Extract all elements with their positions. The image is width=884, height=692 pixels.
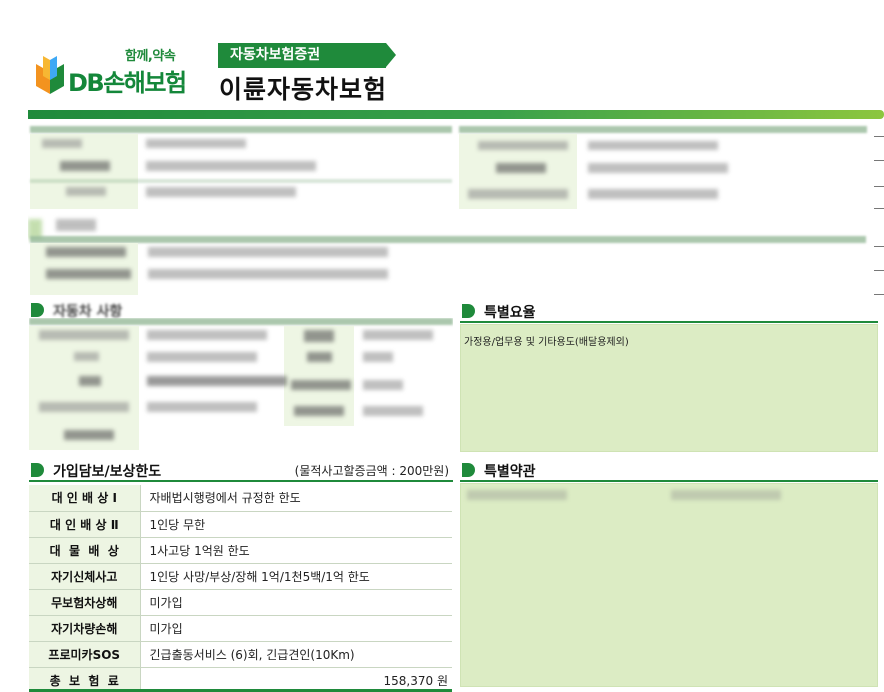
special-terms-panel bbox=[460, 483, 878, 687]
db-insurance-logo: 함께,약속 DB손해보험 bbox=[30, 40, 190, 100]
table-row: 대 인 배 상 Ⅱ 1인당 무한 bbox=[29, 511, 452, 538]
section-bullet-icon bbox=[31, 463, 44, 477]
logo-brand: DB손해보험 bbox=[68, 69, 187, 97]
special-terms-section-title: 특별약관 bbox=[484, 464, 536, 480]
section-bullet-icon bbox=[462, 304, 475, 318]
db-logo-mark-icon bbox=[36, 56, 64, 94]
section-bullet-icon bbox=[31, 303, 44, 317]
table-row: 자기차량손해 미가입 bbox=[29, 615, 452, 642]
coverage-section-title: 가입담보/보상한도 bbox=[53, 464, 162, 480]
section-bullet-icon bbox=[462, 463, 475, 477]
coverage-value: 긴급출동서비스 (6)회, 긴급견인(10Km) bbox=[140, 641, 452, 668]
coverage-value: 미가입 bbox=[140, 615, 452, 642]
redacted-policy-info bbox=[28, 119, 884, 299]
coverage-label: 무보험차상해 bbox=[29, 589, 141, 616]
special-rate-section-header: 특별요율 bbox=[460, 299, 878, 323]
special-rate-panel: 가정용/업무용 및 기타용도(배달용제외) bbox=[460, 324, 878, 452]
header-divider bbox=[28, 110, 884, 119]
page-title: 이륜자동차보험 bbox=[219, 75, 388, 104]
coverage-value: 1사고당 1억원 한도 bbox=[140, 537, 452, 564]
special-terms-section-header: 특별약관 bbox=[460, 458, 878, 482]
coverage-label: 프로미카SOS bbox=[29, 641, 141, 668]
coverage-value: 자배법시행령에서 규정한 한도 bbox=[140, 485, 452, 512]
coverage-label: 대 인 배 상 Ⅰ bbox=[29, 485, 141, 512]
redacted-vehicle-info bbox=[29, 318, 453, 452]
table-row: 프로미카SOS 긴급출동서비스 (6)회, 긴급견인(10Km) bbox=[29, 641, 452, 668]
table-row: 자기신체사고 1인당 사망/부상/장해 1억/1천5백/1억 한도 bbox=[29, 563, 452, 590]
coverage-section-header: 가입담보/보상한도 (물적사고할증금액 : 200만원) bbox=[29, 458, 453, 482]
coverage-label: 자기신체사고 bbox=[29, 563, 141, 590]
table-row: 대 물 배 상 1사고당 1억원 한도 bbox=[29, 537, 452, 564]
table-row: 대 인 배 상 Ⅰ 자배법시행령에서 규정한 한도 bbox=[29, 485, 452, 512]
coverage-value: 1인당 무한 bbox=[140, 511, 452, 538]
coverage-table: 대 인 배 상 Ⅰ 자배법시행령에서 규정한 한도 대 인 배 상 Ⅱ 1인당 무한… bbox=[29, 485, 452, 692]
document-type-tag: 자동차보험증권 bbox=[218, 43, 396, 68]
coverage-value: 1인당 사망/부상/장해 1억/1천5백/1억 한도 bbox=[140, 563, 452, 590]
redacted-special-terms bbox=[671, 490, 781, 500]
coverage-label: 대 물 배 상 bbox=[29, 537, 141, 564]
redacted-special-terms bbox=[467, 490, 567, 500]
table-row: 무보험차상해 미가입 bbox=[29, 589, 452, 616]
coverage-label: 자기차량손해 bbox=[29, 615, 141, 642]
coverage-label: 대 인 배 상 Ⅱ bbox=[29, 511, 141, 538]
coverage-value: 미가입 bbox=[140, 589, 452, 616]
coverage-note: (물적사고할증금액 : 200만원) bbox=[294, 464, 449, 478]
logo-tagline: 함께,약속 bbox=[125, 49, 176, 64]
special-rate-section-title: 특별요율 bbox=[484, 305, 536, 321]
special-rate-text: 가정용/업무용 및 기타용도(배달용제외) bbox=[464, 337, 629, 348]
